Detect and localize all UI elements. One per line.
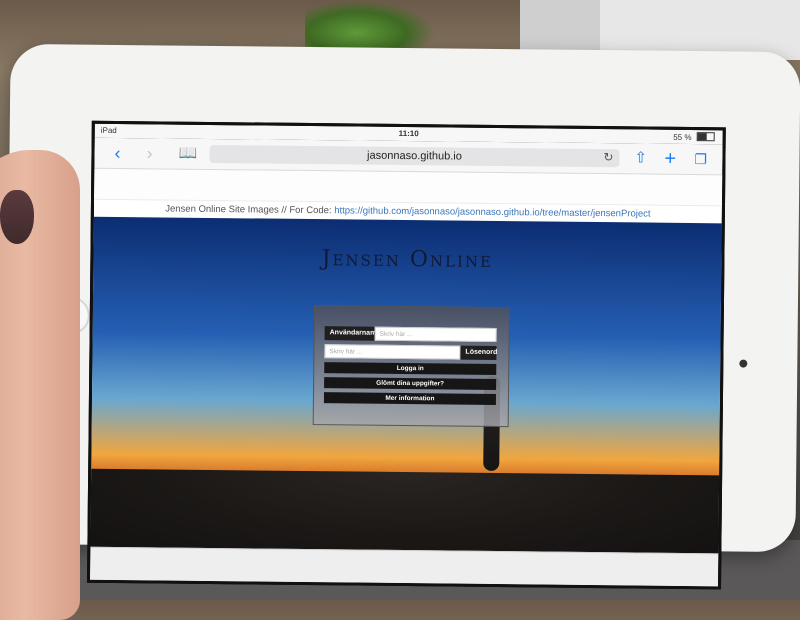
url-text: jasonnaso.github.io: [367, 149, 462, 163]
username-row: Användarnamn Skriv här ...: [324, 326, 497, 342]
address-bar[interactable]: jasonnaso.github.io ↻: [209, 144, 620, 168]
login-button[interactable]: Logga in: [324, 362, 497, 375]
page-top-spacer: [94, 168, 723, 207]
battery-percent: 55 %: [673, 132, 692, 143]
login-form: Användarnamn Skriv här ... Skriv här ...…: [312, 305, 510, 428]
reload-icon[interactable]: ↻: [603, 150, 613, 164]
web-page: Jensen Online Site Images // For Code: h…: [90, 168, 723, 588]
ipad-device: iPad 11:10 55 % ‹ › 📖 jasonnaso.github.i…: [5, 43, 800, 590]
battery-status: 55 %: [673, 132, 715, 142]
password-input[interactable]: Skriv här ...: [324, 344, 461, 360]
password-label: Lösenord: [460, 345, 497, 360]
ipad-screen: iPad 11:10 55 % ‹ › 📖 jasonnaso.github.i…: [87, 120, 726, 590]
book-icon[interactable]: 📖: [178, 144, 197, 164]
chevron-right-icon[interactable]: ›: [146, 143, 152, 163]
header-text: Jensen Online Site Images // For Code:: [165, 203, 335, 217]
camera-icon: [739, 359, 748, 368]
chevron-left-icon[interactable]: ‹: [114, 143, 120, 163]
more-info-button[interactable]: Mer information: [323, 392, 497, 405]
battery-level: [697, 133, 707, 141]
forgot-credentials-button[interactable]: Glömt dina uppgifter?: [324, 377, 497, 390]
page-bottom-bar: [90, 546, 719, 588]
password-row: Skriv här ... Lösenord: [324, 344, 497, 360]
share-icon[interactable]: ⇧: [634, 148, 647, 168]
plus-icon[interactable]: +: [664, 148, 676, 170]
username-input[interactable]: Skriv här ...: [374, 326, 497, 342]
fingernail: [0, 190, 34, 244]
username-label: Användarnamn: [324, 326, 381, 341]
tabs-icon[interactable]: ❐: [694, 149, 707, 169]
github-link[interactable]: https://github.com/jasonnaso/jasonnaso.g…: [334, 205, 650, 219]
site-title: Jensen Online: [321, 246, 494, 273]
hero-image: Jensen Online Användarnamn Skriv här ...…: [90, 216, 722, 556]
hill-silhouette: [90, 468, 720, 556]
battery-icon: [696, 132, 715, 142]
